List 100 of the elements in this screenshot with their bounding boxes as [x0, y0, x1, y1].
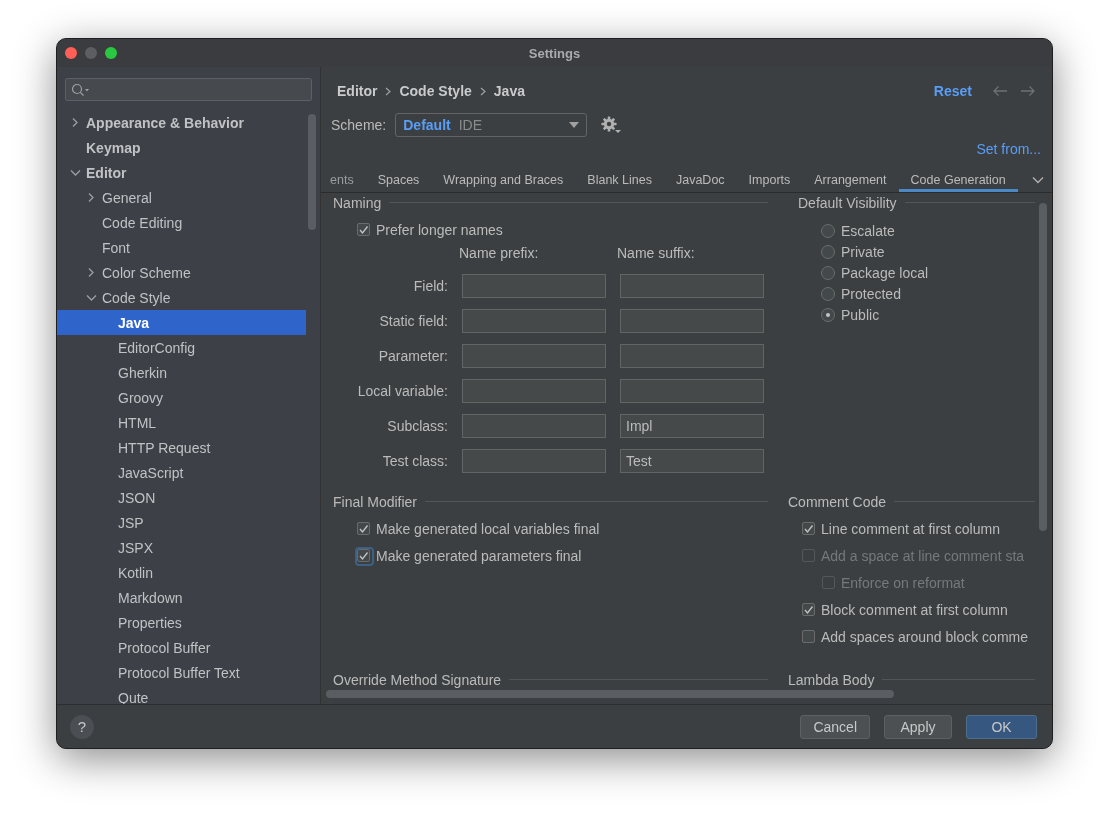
field-label: Test class: [381, 452, 448, 471]
sidebar-item[interactable]: Code Editing [57, 210, 306, 235]
tab[interactable]: Blank Lines [575, 167, 664, 192]
checkbox-label: Make generated parameters final [376, 547, 582, 564]
sidebar-item[interactable]: General [57, 185, 306, 210]
column-header: Name suffix: [617, 244, 696, 263]
sidebar-item[interactable]: Groovy [57, 385, 306, 410]
section-title: Default Visibility [798, 194, 897, 211]
text-field[interactable] [620, 344, 764, 368]
sidebar-item[interactable]: Editor [57, 160, 306, 185]
scrollbar[interactable] [308, 114, 316, 230]
sidebar-item[interactable]: Color Scheme [57, 260, 306, 285]
sidebar-item[interactable]: Protocol Buffer [57, 635, 306, 660]
sidebar-item[interactable]: Java [57, 310, 306, 335]
tab[interactable]: Imports [736, 167, 803, 192]
checkbox[interactable] [357, 522, 370, 535]
checkbox[interactable] [802, 522, 815, 535]
radio-label: Public [841, 306, 880, 323]
radio-button[interactable] [821, 307, 835, 322]
zoom-button[interactable] [105, 47, 117, 59]
text-field[interactable]: Impl [620, 414, 764, 438]
sidebar-item[interactable]: EditorConfig [57, 335, 306, 360]
sidebar-item[interactable]: Kotlin [57, 560, 306, 585]
radio-button[interactable] [821, 223, 835, 238]
sidebar-item[interactable]: JavaScript [57, 460, 306, 485]
dialog-button[interactable]: Apply [884, 714, 952, 739]
help-button[interactable]: ? [70, 714, 94, 739]
sidebar-item[interactable]: Markdown [57, 585, 306, 610]
minimize-button[interactable] [85, 47, 97, 59]
checkbox-label: Make generated local variables final [376, 520, 600, 537]
checkbox-label: Block comment at first column [821, 601, 1008, 618]
sidebar-item[interactable]: Properties [57, 610, 306, 635]
breadcrumb-item: Java [493, 83, 525, 99]
sidebar-item[interactable]: Font [57, 235, 306, 260]
sidebar-item[interactable]: HTTP Request [57, 435, 306, 460]
radio-button[interactable] [821, 286, 835, 301]
radio-button[interactable] [821, 265, 835, 280]
section-title: Lambda Body [788, 671, 875, 688]
sidebar-item[interactable]: Code Style [57, 285, 306, 310]
text-field[interactable] [620, 274, 764, 298]
text-field[interactable] [462, 449, 606, 473]
tab[interactable]: Arrangement [802, 167, 899, 192]
sidebar-item[interactable]: Protocol Buffer Text [57, 660, 306, 685]
sidebar-item[interactable]: JSPX [57, 535, 306, 560]
tab[interactable]: Code Generation [898, 167, 1018, 192]
field-label: Field: [412, 277, 448, 296]
search-field[interactable] [65, 78, 312, 101]
text-field[interactable] [620, 379, 764, 403]
text-field[interactable] [620, 309, 764, 333]
dialog-button[interactable]: Cancel [800, 714, 870, 739]
text-field[interactable]: Test [620, 449, 764, 473]
text-field[interactable] [462, 344, 606, 368]
scheme-dropdown[interactable]: Default IDE [395, 113, 588, 137]
scheme-label: Scheme: [331, 117, 387, 133]
sidebar-item[interactable]: Gherkin [57, 360, 306, 385]
tab[interactable]: Spaces [365, 167, 432, 192]
section-title: Override Method Signature [333, 671, 502, 688]
field-label: Local variable: [356, 382, 448, 401]
field-label: Parameter: [377, 347, 448, 366]
checkbox-label: Enforce on reformat [841, 574, 965, 591]
text-field[interactable] [462, 414, 606, 438]
text-field[interactable] [462, 379, 606, 403]
checkbox[interactable] [802, 603, 815, 616]
text-field[interactable] [462, 274, 606, 298]
caret-icon [569, 122, 580, 128]
tab[interactable]: ents [328, 167, 366, 192]
sidebar-item[interactable]: JSP [57, 510, 306, 535]
scrollbar[interactable] [326, 690, 894, 698]
sidebar-item[interactable]: HTML [57, 410, 306, 435]
set-from-link[interactable]: Set from... [976, 141, 1041, 157]
section-title: Final Modifier [333, 493, 418, 510]
checkbox-label: Add spaces around block comme [821, 628, 1028, 645]
window-title: Settings [527, 45, 582, 61]
close-button[interactable] [65, 47, 77, 59]
field-label: Static field: [378, 312, 448, 331]
scrollbar[interactable] [1039, 203, 1047, 531]
sidebar-item[interactable]: JSON [57, 485, 306, 510]
chevron-right-icon [384, 85, 393, 97]
checkbox-label: Add a space at line comment sta [821, 547, 1025, 564]
tab[interactable]: Wrapping and Braces [431, 167, 576, 192]
tab[interactable]: JavaDoc [663, 167, 737, 192]
radio-label: Protected [841, 285, 901, 302]
text-field[interactable] [462, 309, 606, 333]
checkbox-label: Line comment at first column [821, 520, 1000, 537]
checkbox[interactable] [357, 223, 370, 236]
dialog-button[interactable]: OK [966, 714, 1037, 739]
reset-link[interactable]: Reset [933, 83, 972, 99]
back-arrow-icon[interactable] [992, 85, 1008, 97]
settings-icon[interactable] [601, 116, 624, 134]
radio-button[interactable] [821, 244, 835, 259]
chevron-right-icon [478, 85, 487, 97]
sidebar-item[interactable]: Keymap [57, 135, 306, 160]
chevron-down-icon[interactable] [1031, 175, 1044, 184]
sidebar-item[interactable]: Appearance & Behavior [57, 110, 306, 135]
search-icon [71, 82, 91, 97]
checkbox[interactable] [802, 630, 815, 643]
forward-arrow-icon[interactable] [1020, 85, 1036, 97]
breadcrumb-item: Editor [337, 83, 378, 99]
breadcrumb-item: Code Style [399, 83, 472, 99]
radio-label: Private [841, 243, 885, 260]
